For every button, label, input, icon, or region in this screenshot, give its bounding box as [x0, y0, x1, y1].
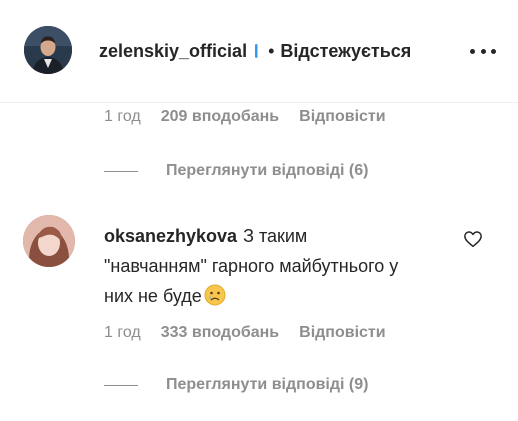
author-username[interactable]: zelenskiy_official	[99, 41, 247, 62]
view-replies-label: Переглянути відповіді (6)	[166, 162, 369, 179]
reply-button[interactable]: Відповісти	[299, 108, 385, 126]
post-header: zelenskiy_official • Відстежується	[0, 0, 518, 103]
separator-dot: •	[268, 40, 275, 61]
view-replies-label: Переглянути відповіді (9)	[166, 376, 369, 393]
commenter-photo	[23, 215, 75, 267]
comment-body: oksanezhykova З таким "навчанням" гарного…	[104, 221, 404, 311]
replies-divider-line	[104, 384, 138, 386]
like-heart-icon[interactable]	[463, 230, 483, 248]
header-row: zelenskiy_official • Відстежується	[99, 38, 411, 64]
view-replies-button[interactable]: Переглянути відповіді (6)	[104, 161, 368, 181]
commenter-username[interactable]: oksanezhykova	[104, 226, 237, 246]
verified-badge-icon	[255, 44, 258, 58]
commenter-avatar[interactable]	[23, 215, 75, 267]
following-status[interactable]: Відстежується	[280, 41, 411, 62]
more-options-icon[interactable]	[470, 44, 496, 58]
comment-meta: 1 год 209 вподобань Відповісти	[104, 107, 386, 127]
view-replies-button[interactable]: Переглянути відповіді (9)	[104, 375, 368, 395]
comment-likes[interactable]: 209 вподобань	[161, 108, 279, 126]
replies-divider-line	[104, 170, 138, 172]
profile-photo	[24, 26, 72, 74]
comment-time: 1 год	[104, 108, 141, 125]
avatar[interactable]	[24, 26, 72, 74]
crying-face-emoji-icon	[204, 284, 226, 306]
comment-time: 1 год	[104, 324, 141, 341]
reply-button[interactable]: Відповісти	[299, 324, 385, 342]
comment-meta: 1 год 333 вподобань Відповісти	[104, 323, 386, 343]
comment-likes[interactable]: 333 вподобань	[161, 324, 279, 342]
